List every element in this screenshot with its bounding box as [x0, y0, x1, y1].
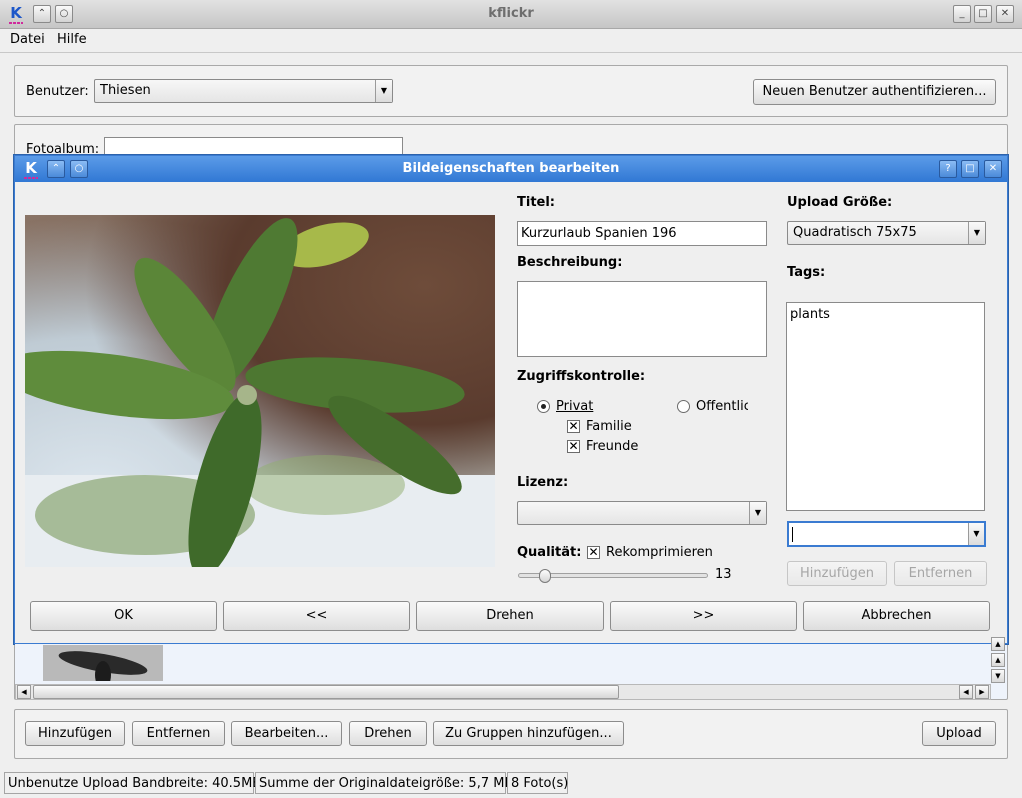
private-text: Privat [556, 399, 594, 414]
scroll-down-icon[interactable]: ▼ [991, 669, 1005, 683]
main-titlebar[interactable]: K ⌃ ○ kflickr _ □ ✕ [0, 0, 1022, 29]
scroll-left-icon[interactable]: ◀ [959, 685, 973, 699]
edit-photo-button[interactable]: Bearbeiten... [231, 721, 342, 746]
help-icon[interactable]: ? [939, 160, 957, 178]
family-label[interactable]: Familie [586, 419, 632, 434]
minimize-icon[interactable]: _ [953, 5, 971, 23]
quality-label: Qualität: [517, 545, 582, 560]
upload-size-value: Quadratisch 75x75 [793, 225, 917, 240]
quality-slider-handle[interactable] [539, 569, 551, 583]
chevron-down-icon[interactable]: ▼ [968, 523, 984, 545]
license-label: Lizenz: [517, 475, 569, 490]
user-select[interactable]: Thiesen ▼ [94, 79, 393, 103]
horizontal-scrollbar[interactable]: ◀ ◀ ▶ [15, 684, 991, 700]
tags-label: Tags: [787, 265, 826, 280]
close-icon[interactable]: ✕ [984, 160, 1002, 178]
scroll-up-icon[interactable]: ▲ [991, 653, 1005, 667]
menubar: Datei Hilfe [0, 29, 1022, 51]
description-textarea[interactable] [517, 281, 767, 357]
window-title: kflickr [488, 6, 534, 21]
title-label: Titel: [517, 195, 556, 210]
thumbnail-image [43, 645, 163, 681]
previous-button[interactable]: << [223, 601, 410, 631]
access-control-label: Zugriffskontrolle: [517, 369, 646, 384]
private-radio[interactable] [537, 400, 550, 413]
tags-list[interactable]: plants [786, 302, 985, 511]
friends-label[interactable]: Freunde [586, 439, 638, 454]
maximize-icon[interactable]: □ [974, 5, 992, 23]
upload-size-select[interactable]: Quadratisch 75x75 ▼ [787, 221, 986, 245]
recompress-label[interactable]: Rekomprimieren [606, 545, 713, 560]
dialog-titlebar[interactable]: K ⌃ ○ Bildeigenschaften bearbeiten ? □ ✕ [15, 156, 1007, 182]
scroll-up-icon[interactable]: ▲ [991, 637, 1005, 651]
photo-thumbnail[interactable] [43, 645, 163, 681]
maximize-icon[interactable]: □ [961, 160, 979, 178]
menubar-divider [0, 52, 1022, 53]
status-photo-count: 8 Foto(s) [507, 772, 568, 794]
add-tag-button[interactable]: Hinzufügen [787, 561, 887, 586]
status-photo-count-text: 8 Foto(s) [511, 776, 569, 791]
status-total-size-text: Summe der Originaldateigröße: 5,7 MB [259, 776, 514, 791]
leaves-image [25, 218, 495, 567]
status-bandwidth-text: Unbenutze Upload Bandbreite: 40.5MB [8, 776, 262, 791]
cancel-button[interactable]: Abbrechen [803, 601, 990, 631]
rotate-photo-button[interactable]: Drehen [349, 721, 427, 746]
ok-button[interactable]: OK [30, 601, 217, 631]
next-button[interactable]: >> [610, 601, 797, 631]
text-cursor [792, 527, 793, 542]
menu-hilfe[interactable]: Hilfe [57, 32, 87, 47]
status-bandwidth: Unbenutze Upload Bandbreite: 40.5MB [4, 772, 261, 794]
family-checkbox[interactable]: ✕ [567, 420, 580, 433]
add-photos-button[interactable]: Hinzufügen [25, 721, 125, 746]
recompress-checkbox[interactable]: ✕ [587, 546, 600, 559]
friends-checkbox[interactable]: ✕ [567, 440, 580, 453]
user-select-value: Thiesen [100, 83, 151, 98]
title-input-value: Kurzurlaub Spanien 196 [521, 226, 677, 241]
chevron-down-icon[interactable]: ▼ [749, 502, 766, 524]
status-total-size: Summe der Originaldateigröße: 5,7 MB [255, 772, 513, 794]
public-radio[interactable] [677, 400, 690, 413]
close-icon[interactable]: ✕ [996, 5, 1014, 23]
tag-input[interactable]: ▼ [787, 521, 986, 547]
private-label[interactable]: Privat [556, 399, 593, 414]
upload-button[interactable]: Upload [922, 721, 996, 746]
user-label: Benutzer: [26, 84, 89, 99]
remove-photos-button[interactable]: Entfernen [132, 721, 225, 746]
scrollbar-thumb[interactable] [33, 685, 619, 699]
scroll-left-icon[interactable]: ◀ [17, 685, 31, 699]
authenticate-user-button[interactable]: Neuen Benutzer authentifizieren... [753, 79, 996, 105]
title-input[interactable]: Kurzurlaub Spanien 196 [517, 221, 767, 246]
chevron-down-icon[interactable]: ▼ [968, 222, 985, 244]
tag-item[interactable]: plants [790, 307, 830, 322]
chevron-down-icon[interactable]: ▼ [375, 80, 392, 102]
photo-preview [25, 215, 495, 567]
remove-tag-button[interactable]: Entfernen [894, 561, 987, 586]
rotate-button[interactable]: Drehen [416, 601, 604, 631]
quality-value: 13 [715, 567, 732, 582]
add-to-groups-button[interactable]: Zu Gruppen hinzufügen... [433, 721, 624, 746]
dialog-title: Bildeigenschaften bearbeiten [402, 161, 620, 176]
public-label[interactable]: Öffentlic [696, 399, 748, 414]
menu-datei[interactable]: Datei [10, 32, 45, 47]
scroll-right-icon[interactable]: ▶ [975, 685, 989, 699]
description-label: Beschreibung: [517, 255, 623, 270]
license-select[interactable]: ▼ [517, 501, 767, 525]
upload-size-label: Upload Größe: [787, 195, 893, 210]
